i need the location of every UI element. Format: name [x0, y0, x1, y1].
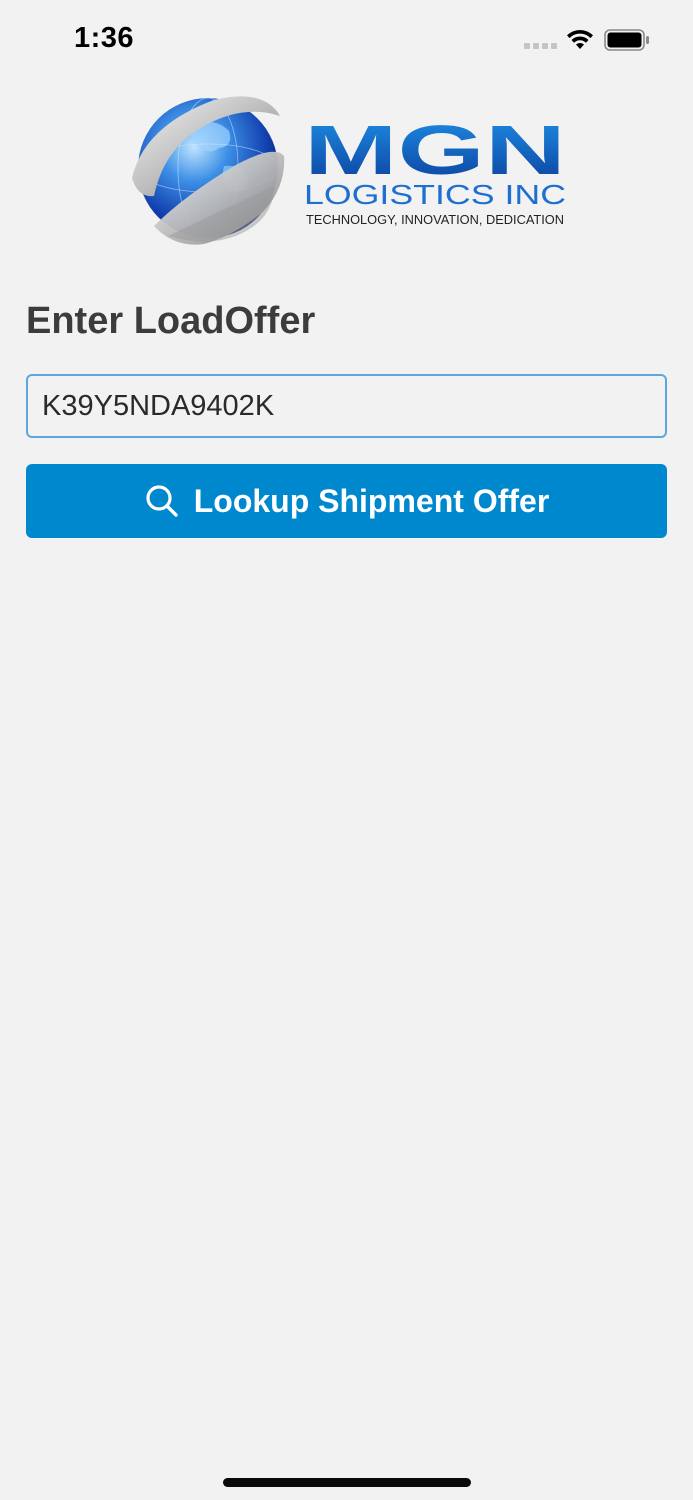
loadoffer-input[interactable]: [26, 374, 667, 438]
home-indicator: [223, 1478, 471, 1487]
logo-subtitle-text: LOGISTICS INC: [304, 179, 566, 210]
loadoffer-label: Enter LoadOffer: [26, 300, 316, 342]
cellular-signal-icon: [524, 43, 557, 49]
search-icon: [146, 485, 178, 517]
company-logo: MGN LOGISTICS INC TECHNOLOGY, INNOVATION…: [124, 86, 570, 252]
battery-icon: [604, 29, 649, 51]
wifi-icon: [567, 29, 593, 49]
lookup-shipment-offer-button[interactable]: Lookup Shipment Offer: [26, 464, 667, 538]
logo-tagline-text: TECHNOLOGY, INNOVATION, DEDICATION: [306, 212, 564, 227]
logo-wordmark: MGN LOGISTICS INC TECHNOLOGY, INNOVATION…: [304, 120, 566, 227]
status-time: 1:36: [74, 22, 135, 54]
lookup-button-label: Lookup Shipment Offer: [193, 482, 550, 519]
status-bar: 1:36: [0, 0, 693, 80]
globe-icon: [132, 96, 285, 245]
